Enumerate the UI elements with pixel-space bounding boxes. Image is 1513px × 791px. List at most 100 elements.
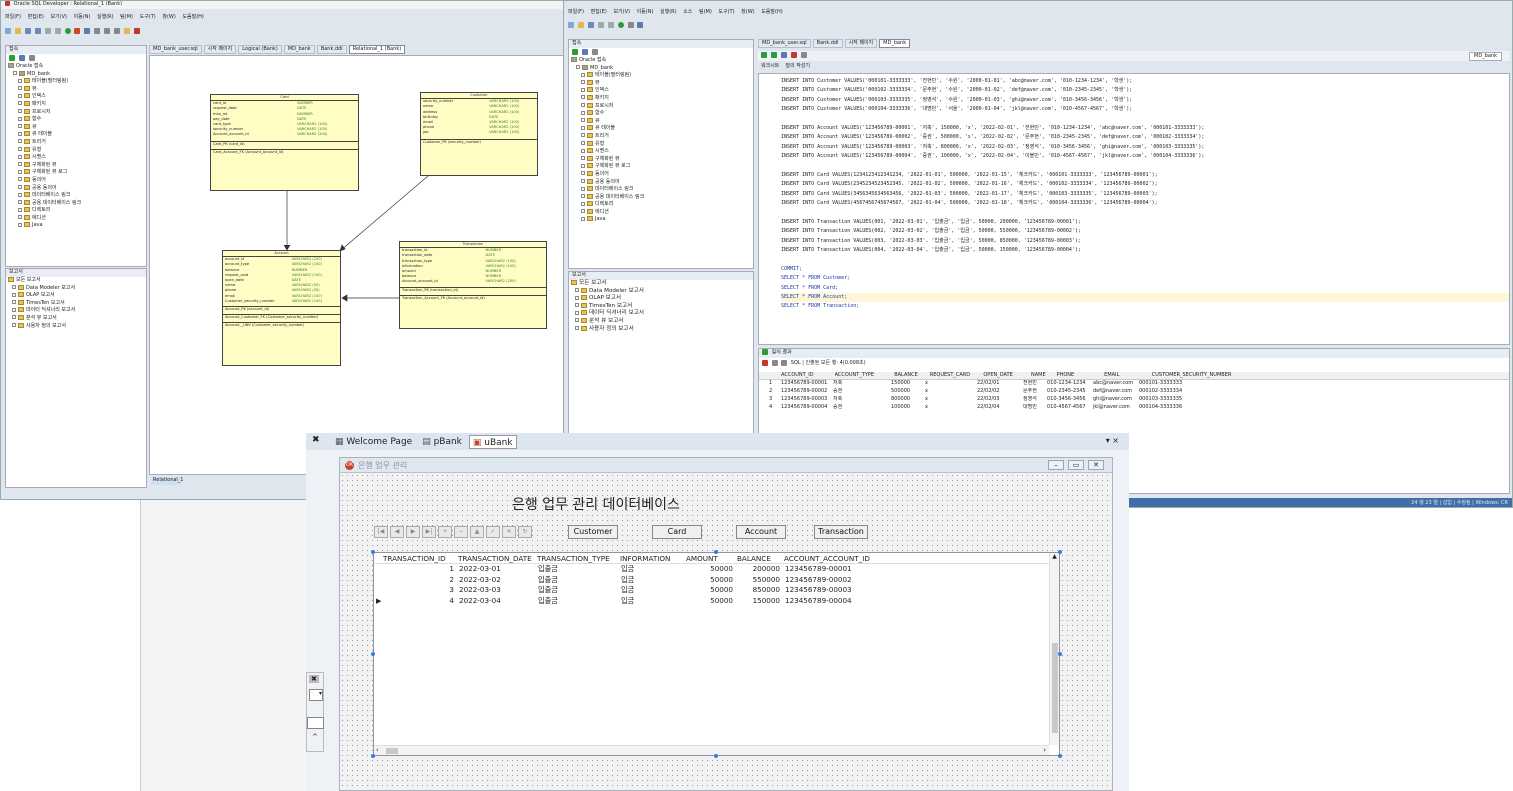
refresh-record-button[interactable]: ↻ bbox=[518, 526, 532, 538]
expand-icon[interactable] bbox=[18, 116, 22, 121]
result-col-header[interactable]: CUSTOMER_SECURITY_NUMBER bbox=[1152, 372, 1262, 379]
expand-icon[interactable] bbox=[581, 209, 585, 214]
expand-icon[interactable] bbox=[581, 179, 585, 183]
expand-icon[interactable] bbox=[581, 125, 585, 130]
edit-record-button[interactable]: ▲ bbox=[470, 526, 484, 538]
run-script-icon[interactable] bbox=[770, 51, 777, 58]
expand-icon[interactable] bbox=[12, 323, 16, 328]
debug-icon[interactable] bbox=[74, 27, 81, 34]
expand-icon[interactable] bbox=[575, 326, 579, 331]
next-record-button[interactable]: ▶ bbox=[406, 526, 420, 538]
save-all-icon[interactable] bbox=[34, 27, 41, 34]
zoom-in-icon[interactable] bbox=[94, 27, 101, 34]
card-button[interactable]: Card bbox=[652, 525, 702, 539]
expand-icon[interactable] bbox=[18, 101, 22, 106]
tree-item[interactable]: 디렉토리 bbox=[571, 201, 753, 209]
scroll-left-icon[interactable]: ‹ bbox=[376, 746, 379, 754]
fit-icon[interactable] bbox=[114, 27, 121, 34]
table-row[interactable]: 1 2022-03-01 입출금 입금 50000 200000 1234567… bbox=[374, 564, 1049, 575]
selection-handle[interactable] bbox=[371, 754, 375, 758]
report-item[interactable]: OLAP 보고서 bbox=[8, 292, 146, 300]
expand-icon[interactable] bbox=[581, 194, 585, 199]
bank-form-window[interactable]: OK 은행 업무 관리 – ▭ ✕ 은행 업무 관리 데이터베이스 |◀ ◀ ▶ ▶|… bbox=[339, 457, 1113, 791]
menu-navigate[interactable]: 이동(N) bbox=[74, 14, 91, 20]
tab-md-bank-user-sql[interactable]: MD_bank_user.sql bbox=[149, 45, 202, 54]
report-item[interactable]: 사용자 정의 보고서 bbox=[8, 322, 146, 331]
tree-item[interactable]: 에디션 bbox=[571, 208, 753, 217]
connection-selector[interactable]: MD_bank bbox=[1469, 52, 1502, 61]
expand-icon[interactable] bbox=[18, 93, 22, 98]
transaction-grid[interactable]: TRANSACTION_ID TRANSACTION_DATE TRANSACT… bbox=[373, 552, 1060, 756]
expand-icon[interactable] bbox=[581, 171, 585, 176]
tab-md-bank[interactable]: MD_bank bbox=[879, 39, 911, 48]
tree-item[interactable]: 큐 테이블 bbox=[8, 131, 146, 139]
vertical-scrollbar[interactable]: ▲ bbox=[1049, 553, 1059, 745]
menu-team[interactable]: 팀(M) bbox=[699, 9, 712, 15]
expand-icon[interactable] bbox=[18, 139, 22, 144]
grid-col-header[interactable]: TRANSACTION_ID bbox=[383, 553, 446, 564]
horizontal-scrollbar[interactable]: ‹ › bbox=[374, 745, 1049, 755]
expand-icon[interactable] bbox=[581, 186, 585, 191]
expand-icon[interactable] bbox=[18, 109, 22, 114]
tab-bank-ddl[interactable]: Bank.ddl bbox=[812, 39, 843, 48]
tab-dropdown-icon[interactable]: ▾ × bbox=[1106, 436, 1119, 445]
delete-icon[interactable] bbox=[133, 27, 140, 34]
undo-icon[interactable] bbox=[597, 21, 604, 28]
tab-start-page[interactable]: 시작 페이지 bbox=[203, 45, 237, 54]
expand-icon[interactable] bbox=[18, 215, 22, 220]
add-connection-icon[interactable] bbox=[572, 48, 578, 55]
expand-icon[interactable] bbox=[581, 103, 585, 108]
scroll-up-icon[interactable]: ▲ bbox=[1050, 553, 1059, 560]
table-row[interactable]: 1 123456789-00001 저축 150000 x 22/02/01 전현민 010-… bbox=[759, 380, 1509, 388]
tab-bank-ddl[interactable]: Bank.ddl bbox=[316, 45, 347, 54]
open-icon[interactable] bbox=[577, 21, 584, 28]
commit-icon[interactable] bbox=[780, 51, 787, 58]
save-icon[interactable] bbox=[24, 27, 31, 34]
add-connection-icon[interactable] bbox=[9, 54, 15, 61]
menu-view[interactable]: 보기(V) bbox=[50, 14, 67, 20]
result-col-header[interactable]: ACCOUNT_ID bbox=[781, 372, 833, 379]
tree-item[interactable]: 테이블(필터링됨) bbox=[571, 72, 753, 80]
tree-item[interactable]: 유형 bbox=[8, 146, 146, 155]
undo-icon[interactable] bbox=[44, 27, 51, 34]
tab-worksheet[interactable]: 워크시트 bbox=[761, 63, 779, 71]
grid-col-header[interactable]: AMOUNT bbox=[686, 553, 718, 564]
expand-icon[interactable] bbox=[18, 147, 22, 152]
scrollbar-thumb[interactable] bbox=[1052, 643, 1058, 733]
expand-icon[interactable] bbox=[575, 295, 579, 300]
expand-icon[interactable] bbox=[581, 216, 585, 221]
post-edit-button[interactable]: ✓ bbox=[486, 526, 500, 538]
selection-handle[interactable] bbox=[1058, 754, 1062, 758]
selection-handle[interactable] bbox=[714, 550, 718, 554]
customer-button[interactable]: Customer bbox=[568, 525, 618, 539]
run-icon[interactable] bbox=[64, 27, 71, 34]
expand-icon[interactable] bbox=[18, 154, 22, 159]
erd-entity-customer[interactable]: Customer security_number VARCHAR2 (100) n… bbox=[420, 92, 538, 176]
expand-icon[interactable] bbox=[581, 110, 585, 115]
table-row[interactable]: 2 2022-03-02 입출금 입금 50000 550000 1234567… bbox=[374, 575, 1049, 586]
redo-icon[interactable] bbox=[607, 21, 614, 28]
menu-run[interactable]: 실행(R) bbox=[660, 9, 677, 15]
transaction-button[interactable]: Transaction bbox=[814, 525, 868, 539]
expand-icon[interactable] bbox=[581, 72, 585, 77]
filter-icon[interactable] bbox=[591, 48, 598, 55]
run-statement-icon[interactable] bbox=[761, 51, 767, 58]
result-col-header[interactable]: EMAIL bbox=[1104, 372, 1150, 379]
erd-entity-account[interactable]: Account account_id VARCHAR2 (200) account… bbox=[222, 250, 341, 366]
report-item[interactable]: 사용자 정의 보고서 bbox=[571, 325, 753, 334]
tree-item[interactable]: 트리거 bbox=[8, 138, 146, 147]
expand-icon[interactable] bbox=[12, 300, 16, 305]
tree-item[interactable]: 트리거 bbox=[571, 132, 753, 141]
sql-icon[interactable] bbox=[637, 21, 644, 28]
tree-item[interactable]: 프로시저 bbox=[8, 108, 146, 117]
run-icon[interactable] bbox=[617, 21, 624, 28]
tab-md-bank-user-sql[interactable]: MD_bank_user.sql bbox=[758, 39, 811, 48]
menu-window[interactable]: 창(W) bbox=[741, 9, 754, 15]
close-designer-icon[interactable]: ✖ bbox=[312, 435, 320, 445]
tab-query-result[interactable]: 질의 결과 bbox=[772, 350, 792, 356]
maximize-icon[interactable]: ▭ bbox=[1068, 460, 1084, 470]
expand-icon[interactable] bbox=[18, 200, 22, 205]
result-col-header[interactable]: BALANCE bbox=[894, 372, 928, 379]
menu-file[interactable]: 파일(F) bbox=[5, 14, 21, 20]
tree-item[interactable]: 함수 bbox=[571, 110, 753, 118]
